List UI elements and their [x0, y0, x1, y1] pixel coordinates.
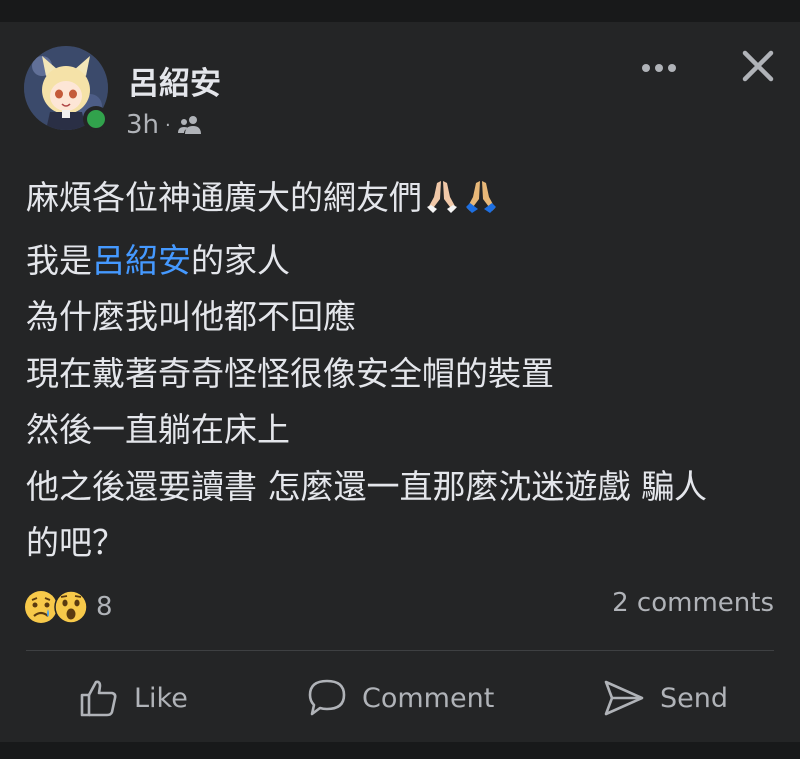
send-label: Send [660, 682, 729, 714]
post-line: 現在戴著奇奇怪怪很像安全帽的裝置 [26, 353, 554, 393]
send-button[interactable]: Send [602, 670, 728, 726]
post-text: 麻煩各位神通廣大的網友們 [26, 178, 422, 217]
post-text: 的家人 [191, 240, 290, 280]
comment-button[interactable]: Comment [306, 670, 494, 726]
friends-icon [177, 116, 201, 134]
post-card: 呂紹安 3h · 麻煩各位神通廣大的網友們 我是呂紹安的家人 為什麼我叫他都不回… [0, 22, 800, 742]
comment-label: Comment [362, 682, 495, 714]
post-line: 麻煩各位神通廣大的網友們 [26, 170, 786, 233]
sad-icon [25, 591, 57, 623]
post-line: 他之後還要讀書 怎麼還一直那麼沈迷遊戲 騙人 [26, 466, 707, 506]
post-line: 為什麼我叫他都不回應 [26, 297, 356, 336]
meta-separator: · [165, 114, 171, 136]
online-status-indicator [83, 106, 109, 132]
send-icon [604, 680, 644, 716]
like-button[interactable]: Like [78, 670, 188, 726]
post-line: 我是呂紹安的家人 [26, 233, 786, 290]
comment-icon [308, 679, 346, 716]
post-author[interactable]: 呂紹安 [128, 58, 221, 103]
pray-icon [423, 176, 461, 233]
like-label: Like [134, 682, 188, 714]
wow-icon [54, 590, 88, 624]
close-icon [742, 50, 774, 82]
like-icon [80, 680, 117, 717]
divider [26, 650, 774, 651]
post-time[interactable]: 3h [126, 110, 159, 140]
post-text: 我是 [26, 240, 92, 280]
close-button[interactable] [734, 42, 782, 90]
post-line: 的吧？ [26, 523, 125, 562]
post-meta: 3h · [126, 110, 202, 140]
comments-count-link[interactable]: 2 comments [612, 588, 774, 618]
post-body: 麻煩各位神通廣大的網友們 我是呂紹安的家人 為什麼我叫他都不回應 現在戴著奇奇怪… [26, 170, 786, 572]
reactions-summary[interactable]: 8 [24, 590, 113, 624]
more-options-button[interactable] [632, 50, 686, 86]
post-line: 然後一直躺在床上 [26, 410, 290, 449]
pray-icon [462, 176, 500, 233]
more-icon [642, 64, 676, 72]
reaction-count: 8 [96, 592, 113, 622]
mention-link[interactable]: 呂紹安 [92, 241, 191, 280]
